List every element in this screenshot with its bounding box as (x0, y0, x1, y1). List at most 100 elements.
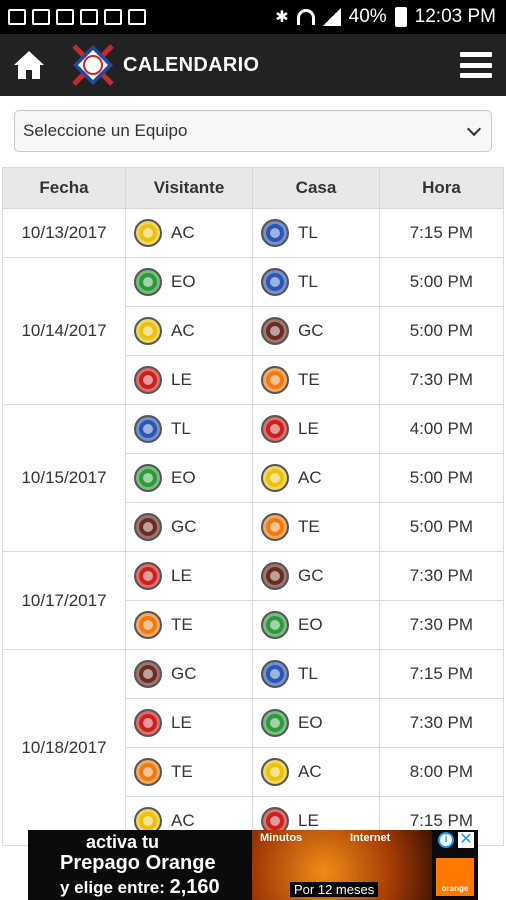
ad-minutos: Minutos (260, 832, 303, 844)
image-notification-icon (8, 9, 26, 25)
team-logo-icon (261, 611, 289, 639)
team-logo-icon (134, 464, 162, 492)
bluetooth-icon: ✱ (275, 9, 289, 26)
header-fecha: Fecha (2, 167, 126, 209)
team-code: LE (298, 419, 319, 438)
home-icon[interactable] (12, 49, 46, 81)
team-logo-icon (261, 660, 289, 688)
team-logo-icon (134, 415, 162, 443)
team-logo-icon (134, 317, 162, 345)
time-cell: 7:30 PM (379, 355, 504, 405)
play-store-icon (128, 9, 146, 25)
team-code: TL (298, 272, 318, 291)
team-code: TL (298, 223, 318, 242)
league-logo-icon (72, 44, 114, 86)
ad-internet: Internet (350, 832, 391, 844)
date-cell: 10/17/2017 (2, 551, 126, 650)
date-cell: 10/18/2017 (2, 649, 126, 846)
team-logo-icon (134, 709, 162, 737)
team-select-value: Seleccione un Equipo (23, 121, 188, 140)
time-cell: 7:30 PM (379, 698, 504, 748)
visitante-cell: LE (125, 698, 253, 748)
team-code: GC (298, 321, 324, 340)
gmail-icon (32, 9, 50, 25)
signal-icon (322, 8, 341, 26)
visitante-cell: GC (125, 502, 253, 552)
time-cell: 4:00 PM (379, 404, 504, 454)
team-code: EO (298, 615, 323, 634)
team-logo-icon (261, 464, 289, 492)
casa-cell: LE (252, 404, 380, 454)
table-row: 10/14/2017 EO TL 5:00 PM (2, 257, 504, 405)
casa-cell: EO (252, 698, 380, 748)
visitante-cell: AC (125, 208, 253, 258)
team-logo-icon (261, 513, 289, 541)
instagram-icon (80, 9, 98, 25)
ad-line-2: Prepago Orange (60, 852, 216, 874)
team-logo-icon (261, 366, 289, 394)
clock: 12:03 PM (414, 6, 496, 27)
team-logo-icon (261, 758, 289, 786)
date-cell: 10/14/2017 (2, 257, 126, 405)
team-logo-icon (261, 268, 289, 296)
team-code: LE (171, 713, 192, 732)
time-cell: 5:00 PM (379, 453, 504, 503)
visitante-cell: LE (125, 355, 253, 405)
time-cell: 7:15 PM (379, 208, 504, 258)
header-casa: Casa (252, 167, 380, 209)
team-code: AC (171, 811, 195, 830)
status-right: ✱ 40% 12:03 PM (275, 0, 496, 34)
visitante-cell: TE (125, 600, 253, 650)
team-code: TL (298, 664, 318, 683)
casa-cell: AC (252, 453, 380, 503)
header-visitante: Visitante (125, 167, 253, 209)
casa-cell: TL (252, 257, 380, 307)
team-code: EO (171, 272, 196, 291)
team-code: LE (171, 566, 192, 585)
orange-logo: orange (436, 858, 474, 896)
ad-banner[interactable]: activa tu Prepago Orange y elige entre: … (28, 830, 478, 900)
team-logo-icon (134, 758, 162, 786)
ad-line-1: activa tu (86, 832, 160, 852)
casa-cell: TE (252, 355, 380, 405)
ad-line-3: y elige entre: 2,160 (60, 876, 220, 898)
team-logo-icon (134, 660, 162, 688)
team-code: LE (171, 370, 192, 389)
chevron-down-icon (466, 121, 482, 137)
team-select[interactable]: Seleccione un Equipo (14, 110, 492, 152)
ad-por: Por 12 meses (290, 882, 379, 897)
team-logo-icon (261, 219, 289, 247)
visitante-cell: TE (125, 747, 253, 797)
time-cell: 7:30 PM (379, 551, 504, 601)
team-logo-icon (134, 366, 162, 394)
app-bar: CALENDARIO (0, 34, 506, 96)
table-row: 10/17/2017 LE GC 7:30 PM (2, 551, 504, 650)
team-logo-icon (134, 513, 162, 541)
gmail-icon (56, 9, 74, 25)
time-cell: 7:30 PM (379, 600, 504, 650)
team-logo-icon (134, 268, 162, 296)
battery-percent: 40% (348, 6, 387, 27)
ad-close-icon[interactable]: ✕ (458, 832, 474, 848)
ad-info-icon[interactable]: i (438, 832, 454, 848)
menu-icon[interactable] (460, 52, 492, 78)
table-row: 10/13/2017 AC TL 7:15 PM (2, 208, 504, 258)
visitante-cell: LE (125, 551, 253, 601)
team-logo-icon (261, 709, 289, 737)
team-code: TE (298, 370, 320, 389)
casa-cell: EO (252, 600, 380, 650)
team-code: AC (298, 468, 322, 487)
casa-cell: TE (252, 502, 380, 552)
team-logo-icon (134, 219, 162, 247)
team-logo-icon (134, 611, 162, 639)
visitante-cell: GC (125, 649, 253, 699)
status-bar: ✱ 40% 12:03 PM (0, 0, 506, 34)
team-code: AC (171, 223, 195, 242)
team-code: TE (171, 762, 193, 781)
visitante-cell: AC (125, 306, 253, 356)
casa-cell: GC (252, 306, 380, 356)
team-code: GC (298, 566, 324, 585)
casa-cell: AC (252, 747, 380, 797)
team-logo-icon (261, 415, 289, 443)
notification-icons (0, 9, 146, 25)
